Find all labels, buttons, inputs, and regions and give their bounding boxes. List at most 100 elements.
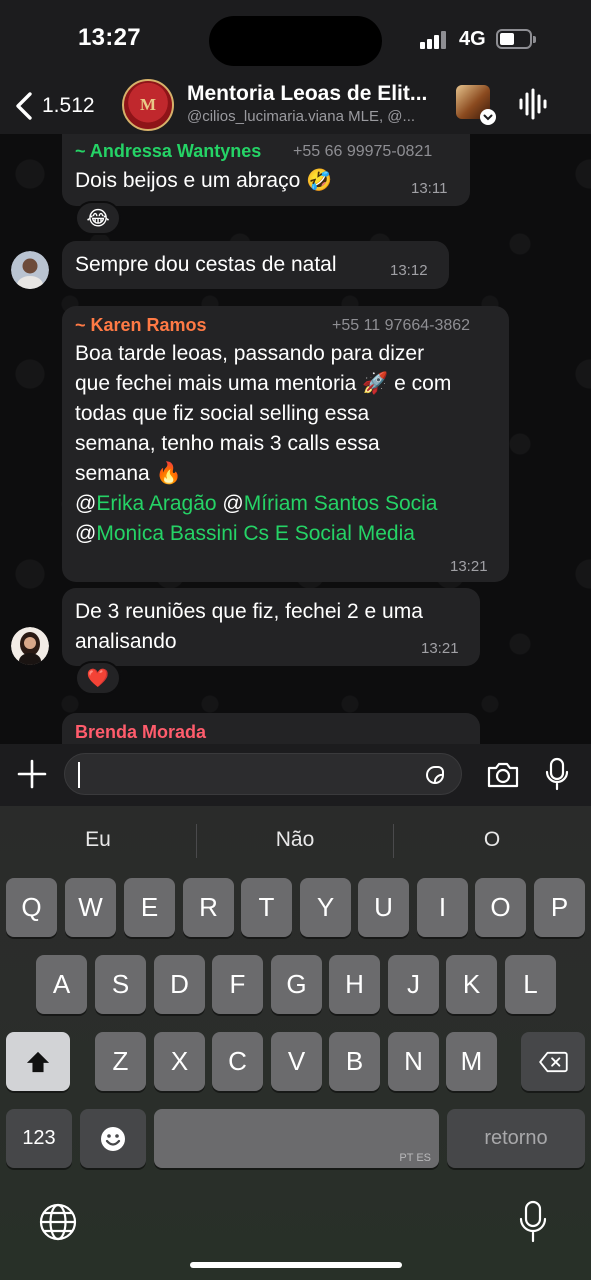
backspace-key[interactable]: [521, 1032, 585, 1091]
message-time: 13:11: [411, 180, 448, 197]
user-avatar[interactable]: [11, 627, 49, 665]
message-bubble[interactable]: ~ Karen Ramos +55 11 97664-3862 Boa tard…: [62, 306, 509, 582]
mention-line: @Erika Aragão @Míriam Santos Socia: [75, 489, 438, 519]
message-text: todas que fiz social selling essa: [75, 402, 370, 425]
mention-at: @: [75, 522, 97, 545]
shift-arrow-icon: [26, 1051, 50, 1072]
sender-name[interactable]: Brenda Morada: [75, 722, 206, 743]
network-type: 4G: [459, 28, 486, 50]
key-j[interactable]: J: [388, 955, 439, 1014]
message-time: 13:21: [421, 640, 459, 657]
key-s[interactable]: S: [95, 955, 146, 1014]
key-q[interactable]: Q: [6, 878, 57, 937]
mention-line: @Monica Bassini Cs E Social Media: [75, 519, 415, 549]
key-k[interactable]: K: [446, 955, 497, 1014]
plus-icon[interactable]: [16, 758, 48, 790]
key-u[interactable]: U: [358, 878, 409, 937]
key-l[interactable]: L: [505, 955, 556, 1014]
message-text: Boa tarde leoas, passando para dizer: [75, 342, 425, 365]
key-z[interactable]: Z: [95, 1032, 146, 1091]
suggestion-item[interactable]: Não: [197, 806, 393, 874]
reaction-badge[interactable]: 😂: [75, 201, 121, 235]
key-m[interactable]: M: [446, 1032, 497, 1091]
key-g[interactable]: G: [271, 955, 322, 1014]
predictive-suggestions: Eu Não O: [0, 806, 591, 874]
status-bar: 13:27 4G: [0, 0, 591, 78]
group-subtitle[interactable]: @cilios_lucimaria.viana MLE, @...: [187, 108, 447, 125]
key-o[interactable]: O: [475, 878, 526, 937]
emoji-key[interactable]: [80, 1109, 146, 1168]
message-text: semana 🔥: [75, 462, 182, 485]
numbers-key[interactable]: 123: [6, 1109, 72, 1168]
message-bubble[interactable]: Brenda Morada: [62, 713, 480, 744]
key-b[interactable]: B: [329, 1032, 380, 1091]
key-r[interactable]: R: [183, 878, 234, 937]
mention-link[interactable]: Míriam Santos Socia: [244, 492, 438, 515]
keyboard: Eu Não O Q W E R T Y U I O P A S D F G H…: [0, 806, 591, 1280]
backspace-icon: [539, 1051, 568, 1072]
key-h[interactable]: H: [329, 955, 380, 1014]
dynamic-island: [209, 16, 382, 66]
message-bubble[interactable]: ~ Andressa Wantynes +55 66 99975-0821 Do…: [62, 134, 470, 206]
space-key[interactable]: PT ES: [154, 1109, 439, 1168]
chat-messages[interactable]: ~ Andressa Wantynes +55 66 99975-0821 Do…: [0, 134, 591, 744]
key-v[interactable]: V: [271, 1032, 322, 1091]
key-y[interactable]: Y: [300, 878, 351, 937]
message-bubble[interactable]: Sempre dou cestas de natal 13:12: [62, 241, 449, 289]
sender-name[interactable]: ~ Karen Ramos: [75, 315, 207, 336]
return-key[interactable]: retorno: [447, 1109, 585, 1168]
key-a[interactable]: A: [36, 955, 87, 1014]
globe-icon[interactable]: [38, 1202, 78, 1242]
group-title[interactable]: Mentoria Leoas de Elit...: [187, 82, 447, 106]
key-d[interactable]: D: [154, 955, 205, 1014]
mention-link[interactable]: Monica Bassini Cs E Social Media: [96, 522, 415, 545]
sticker-icon[interactable]: [423, 763, 447, 787]
mention-link[interactable]: Erika Aragão: [96, 492, 216, 515]
emoji-icon: [101, 1126, 125, 1151]
camera-icon[interactable]: [486, 761, 520, 789]
community-thumbnail[interactable]: [456, 85, 496, 125]
key-t[interactable]: T: [241, 878, 292, 937]
cellular-signal-icon: [420, 31, 448, 49]
status-time: 13:27: [78, 24, 141, 51]
suggestion-item[interactable]: O: [394, 806, 590, 874]
chat-header: 1.512 M Mentoria Leoas de Elit... @cilio…: [0, 78, 591, 134]
key-i[interactable]: I: [417, 878, 468, 937]
key-f[interactable]: F: [212, 955, 263, 1014]
mention-at: @: [75, 492, 97, 515]
sender-name[interactable]: ~ Andressa Wantynes: [75, 141, 261, 162]
space-language-hint: PT ES: [399, 1152, 431, 1164]
message-input[interactable]: [64, 753, 462, 795]
reaction-badge[interactable]: ❤️: [75, 661, 121, 695]
shift-key[interactable]: [6, 1032, 70, 1091]
chevron-left-icon: [16, 92, 32, 120]
message-time: 13:21: [450, 558, 488, 575]
unread-count: 1.512: [42, 94, 95, 117]
message-bubble[interactable]: De 3 reuniões que fiz, fechei 2 e uma an…: [62, 588, 480, 666]
dictation-mic-icon[interactable]: [518, 1200, 548, 1244]
mention-at: @: [222, 492, 244, 515]
key-x[interactable]: X: [154, 1032, 205, 1091]
text-caret: [78, 762, 80, 788]
message-text: analisando: [75, 630, 177, 653]
sender-phone: +55 66 99975-0821: [293, 143, 433, 160]
group-avatar[interactable]: M: [122, 79, 174, 131]
message-text: Sempre dou cestas de natal: [75, 253, 337, 276]
chevron-down-icon: [480, 109, 496, 125]
key-n[interactable]: N: [388, 1032, 439, 1091]
key-p[interactable]: P: [534, 878, 585, 937]
message-input-bar: [0, 744, 591, 806]
suggestion-item[interactable]: Eu: [0, 806, 196, 874]
key-e[interactable]: E: [124, 878, 175, 937]
key-w[interactable]: W: [65, 878, 116, 937]
back-button[interactable]: 1.512: [14, 84, 95, 128]
microphone-icon[interactable]: [545, 757, 569, 791]
message-text: que fechei mais uma mentoria 🚀 e com: [75, 372, 452, 395]
message-text: De 3 reuniões que fiz, fechei 2 e uma: [75, 600, 423, 623]
voice-chat-icon[interactable]: [518, 88, 548, 120]
message-text: semana, tenho mais 3 calls essa: [75, 432, 380, 455]
key-c[interactable]: C: [212, 1032, 263, 1091]
user-avatar[interactable]: [11, 251, 49, 289]
home-indicator: [190, 1262, 402, 1268]
sender-phone: +55 11 97664-3862: [332, 317, 471, 334]
